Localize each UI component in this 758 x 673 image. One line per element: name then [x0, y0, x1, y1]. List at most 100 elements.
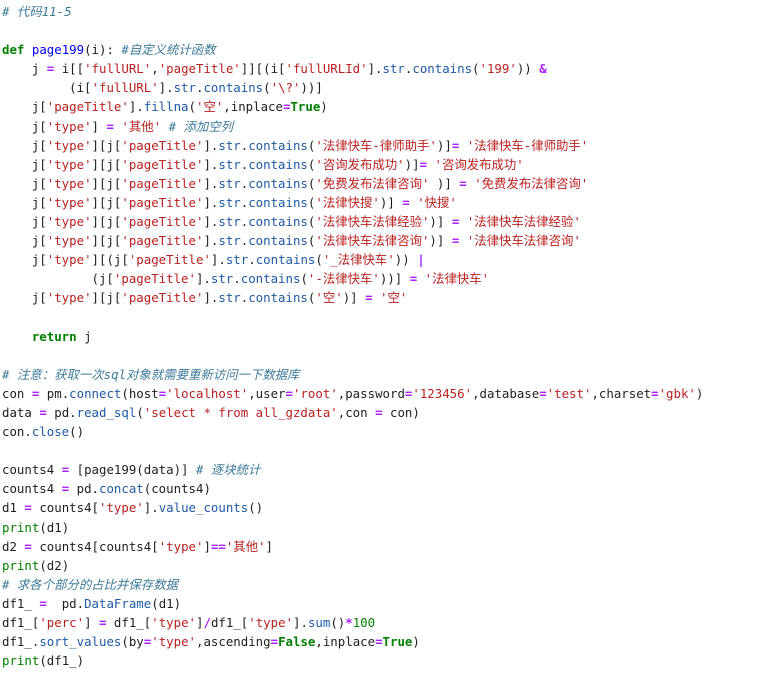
- attribute-token: contains: [412, 61, 473, 77]
- plain-token: (df1_): [39, 653, 85, 669]
- code-line: return j: [2, 327, 758, 346]
- attribute-token: contains: [248, 194, 308, 210]
- string-token: '法律快车法律经验': [315, 214, 430, 230]
- code-line: # 求各个部分的占比并保存数据: [2, 575, 758, 594]
- code-line: df1_.sort_values(by='type',ascending=Fal…: [2, 632, 758, 651]
- operator-token: ==: [210, 538, 226, 554]
- operator-token: *: [345, 615, 353, 630]
- string-token: 'type': [248, 615, 294, 630]
- string-token: '空': [315, 290, 343, 306]
- string-token: '法律快车-律师助手': [466, 137, 589, 153]
- keyword-token: def: [2, 42, 25, 58]
- plain-token: ].: [195, 271, 211, 287]
- string-token: 'type': [46, 137, 92, 153]
- keyword-token: True: [382, 634, 413, 650]
- plain-token: df1_[: [210, 615, 249, 630]
- plain-token: )]: [342, 290, 366, 306]
- string-token: 'pageTitle': [128, 252, 211, 268]
- code-line: (i['fullURL'].str.contains('\?'))]: [2, 78, 758, 97]
- string-token: 'select * from all_gzdata': [143, 404, 338, 420]
- plain-token: counts4[: [31, 500, 99, 516]
- string-token: 'type': [46, 252, 92, 268]
- code-line: d1 = counts4['type'].value_counts(): [2, 498, 758, 517]
- string-token: 'pageTitle': [158, 61, 241, 77]
- code-line: # 代码11-5: [2, 2, 758, 21]
- code-line: print(df1_): [2, 651, 758, 670]
- string-token: '_法律快车': [322, 252, 395, 268]
- plain-token: (: [188, 99, 196, 115]
- attribute-token: contains: [248, 214, 308, 230]
- plain-token: j[: [2, 252, 47, 268]
- attribute-token: str: [218, 156, 241, 172]
- plain-token: ): [412, 634, 420, 650]
- plain-token: ].: [203, 290, 219, 306]
- plain-token: ,inplace: [315, 634, 376, 650]
- plain-token: ))]: [379, 271, 410, 287]
- attribute-token: str: [218, 233, 241, 249]
- plain-token: ][j[: [91, 175, 122, 191]
- attribute-token: str: [218, 290, 241, 306]
- plain-token: j[: [2, 175, 47, 191]
- plain-token: j[: [2, 137, 47, 153]
- keyword-token: False: [278, 634, 316, 650]
- plain-token: j: [76, 328, 92, 344]
- plain-token: ,inplace: [223, 99, 283, 115]
- plain-token: ][j[: [91, 194, 122, 210]
- plain-token: ,database: [472, 385, 540, 401]
- operator-token: =: [39, 404, 47, 420]
- operator-token: =: [539, 385, 547, 401]
- code-line: def page199(i): #自定义统计函数: [2, 40, 758, 59]
- plain-token: j[: [2, 156, 47, 172]
- plain-token: d2: [2, 538, 25, 554]
- plain-token: df1_[: [106, 615, 152, 630]
- code-line: j['type'][j['pageTitle'].str.contains('法…: [2, 136, 758, 155]
- attribute-token: read_sql: [76, 404, 137, 420]
- plain-token: data: [2, 404, 40, 420]
- string-token: '法律快车法律咨询': [315, 233, 430, 249]
- function-name-token: page199: [31, 42, 85, 58]
- plain-token: ))]: [300, 80, 323, 96]
- string-token: 'pageTitle': [46, 99, 129, 115]
- string-token: '空': [380, 290, 408, 306]
- plain-token: ].: [210, 252, 226, 268]
- number-token: 100: [352, 615, 376, 630]
- string-token: 'type': [151, 634, 196, 650]
- attribute-token: contains: [248, 175, 308, 191]
- keyword-token: True: [290, 99, 321, 115]
- plain-token: con): [382, 404, 420, 420]
- operator-token: =: [39, 595, 47, 611]
- string-token: '法律快车法律咨询': [466, 233, 581, 249]
- plain-token: (counts4): [143, 481, 211, 497]
- string-token: '法律快搜': [315, 194, 380, 210]
- string-token: '法律快车-律师助手': [315, 137, 437, 153]
- plain-token: (d2): [39, 557, 70, 573]
- keyword-token: return: [31, 328, 77, 344]
- string-token: '免费发布法律咨询': [474, 175, 589, 191]
- string-token: 'perc': [39, 615, 85, 630]
- string-token: 'test': [546, 385, 592, 401]
- plain-token: pd.: [46, 595, 85, 611]
- string-token: 'fullURL': [91, 80, 159, 96]
- operator-token: =: [375, 634, 383, 650]
- plain-token: df1_[: [2, 615, 40, 630]
- comment-token: # 求各个部分的占比并保存数据: [2, 576, 178, 592]
- string-token: 'pageTitle': [121, 194, 204, 210]
- operator-token: =: [365, 290, 373, 306]
- plain-token: pd.: [69, 481, 99, 497]
- plain-token: )): [516, 61, 540, 77]
- string-token: 'fullURL': [84, 61, 152, 77]
- code-line: j['type'][j['pageTitle'].str.contains('空…: [2, 288, 758, 307]
- string-token: '其他': [121, 118, 162, 134]
- attribute-token: close: [31, 424, 70, 440]
- plain-token: ].: [128, 99, 144, 115]
- string-token: 'type': [46, 156, 92, 172]
- operator-token: =: [459, 175, 467, 191]
- plain-token: .: [233, 271, 241, 287]
- plain-token: ,ascending: [196, 634, 271, 650]
- plain-token: (): [69, 424, 85, 440]
- string-token: 'pageTitle': [121, 290, 204, 306]
- plain-token: j[: [2, 233, 47, 249]
